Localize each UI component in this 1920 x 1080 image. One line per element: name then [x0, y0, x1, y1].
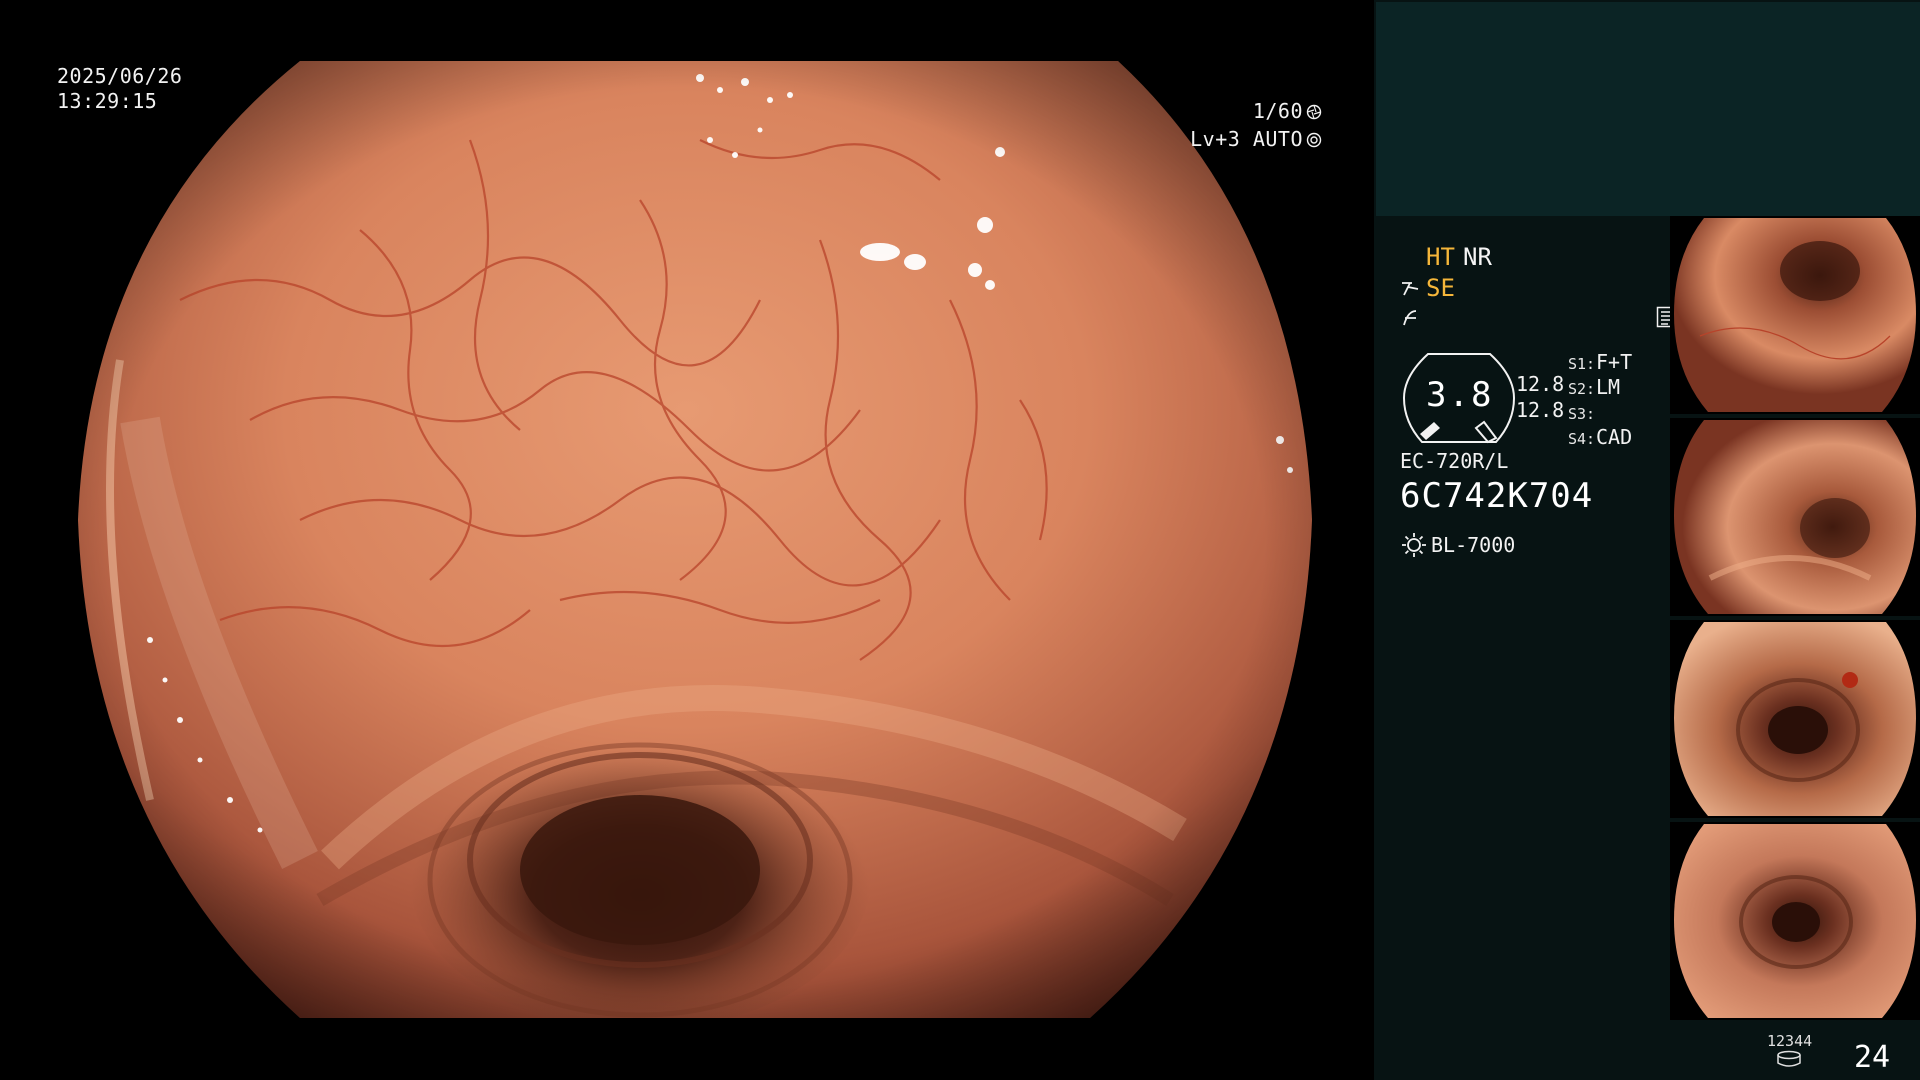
shutter-icon [1306, 104, 1322, 119]
structure-enhance-icon [1402, 282, 1419, 296]
endoscope-image [78, 61, 1312, 1018]
auto-iris-icon [1306, 132, 1322, 147]
setting-value-a: 12.8 [1516, 372, 1565, 396]
thumbnail-2[interactable] [1670, 418, 1920, 616]
slot-3-label: S3: [1568, 405, 1596, 423]
captured-image-count: 24 [1854, 1040, 1891, 1075]
exam-date: 2025/06/26 [57, 64, 183, 88]
thumbnail-1[interactable] [1670, 216, 1920, 414]
endoscope-live-view: 2025/06/26 13:29:15 1/60 Lv+3 AUTO [0, 0, 1374, 1080]
mode-ht-label: HT [1426, 243, 1455, 271]
shutter-speed: 1/60 [1253, 99, 1322, 124]
scope-model: EC-720R/L [1400, 449, 1509, 473]
slot-2-value: LM [1596, 375, 1621, 399]
storage-count: 12344 [1767, 1032, 1813, 1050]
light-source-icon [1402, 533, 1426, 557]
setting-value-b: 12.8 [1516, 398, 1565, 422]
scope-serial: 6C742K704 [1400, 476, 1594, 516]
brightness-level: Lv+3 AUTO [1190, 127, 1322, 152]
exam-time: 13:29:15 [57, 89, 158, 113]
slot-2-label: S2: [1568, 380, 1596, 398]
slot-1-value: F+T [1596, 350, 1633, 374]
thumbnail-4[interactable] [1670, 822, 1920, 1020]
thumbnail-1-image [1674, 218, 1916, 412]
slot-4-label: S4: [1568, 430, 1596, 448]
thumbnail-4-image [1674, 824, 1916, 1018]
magnification-value: 3.8 [1426, 375, 1494, 415]
mode-se-label: SE [1426, 274, 1455, 302]
shutter-speed-value: 1/60 [1252, 99, 1303, 123]
gamma-icon [1403, 310, 1417, 326]
light-source-model: BL-7000 [1431, 533, 1516, 557]
slot-4-value: CAD [1596, 425, 1633, 449]
mode-nr-label: NR [1463, 243, 1492, 271]
thumbnail-2-image [1674, 420, 1916, 614]
slot-1-label: S1: [1568, 355, 1596, 373]
thumbnail-3-image [1674, 622, 1916, 816]
endoscopy-monitor: 2025/06/26 13:29:15 1/60 Lv+3 AUTO HT NR [0, 0, 1920, 1080]
storage-disk-icon [1777, 1050, 1801, 1067]
thumbnail-3[interactable] [1670, 620, 1920, 818]
processor-settings: HT NR SE * 3.8 12.8 12.8 S1: [1374, 0, 1890, 1080]
brightness-level-value: Lv+3 AUTO [1190, 127, 1303, 151]
info-panel: HT NR SE * 3.8 12.8 12.8 S1: [1374, 0, 1920, 1080]
